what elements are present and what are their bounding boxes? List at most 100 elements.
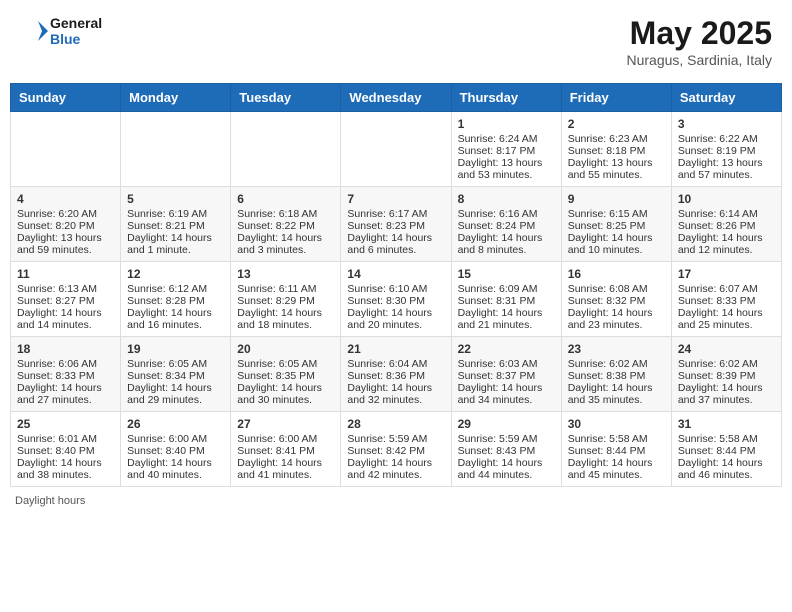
day-number: 29	[458, 417, 555, 431]
calendar-cell: 6 Sunrise: 6:18 AM Sunset: 8:22 PM Dayli…	[231, 187, 341, 262]
logo-general-text: General	[50, 15, 102, 31]
daylight: Daylight: 14 hours and 8 minutes.	[458, 232, 543, 256]
day-number: 6	[237, 192, 334, 206]
day-number: 30	[568, 417, 665, 431]
calendar-day-header: Wednesday	[341, 84, 451, 112]
calendar-day-header: Tuesday	[231, 84, 341, 112]
sunset: Sunset: 8:20 PM	[17, 220, 95, 232]
footer: Daylight hours	[10, 495, 782, 507]
daylight: Daylight: 14 hours and 14 minutes.	[17, 307, 102, 331]
sunset: Sunset: 8:43 PM	[458, 445, 536, 457]
daylight: Daylight: 13 hours and 57 minutes.	[678, 157, 763, 181]
calendar-day-header: Friday	[561, 84, 671, 112]
daylight: Daylight: 14 hours and 38 minutes.	[17, 457, 102, 481]
sunset: Sunset: 8:33 PM	[678, 295, 756, 307]
day-number: 14	[347, 267, 444, 281]
day-number: 13	[237, 267, 334, 281]
calendar-cell: 22 Sunrise: 6:03 AM Sunset: 8:37 PM Dayl…	[451, 337, 561, 412]
calendar-table: SundayMondayTuesdayWednesdayThursdayFrid…	[10, 83, 782, 487]
sunset: Sunset: 8:27 PM	[17, 295, 95, 307]
calendar-cell: 16 Sunrise: 6:08 AM Sunset: 8:32 PM Dayl…	[561, 262, 671, 337]
day-number: 8	[458, 192, 555, 206]
calendar-cell: 7 Sunrise: 6:17 AM Sunset: 8:23 PM Dayli…	[341, 187, 451, 262]
daylight: Daylight: 14 hours and 21 minutes.	[458, 307, 543, 331]
sunset: Sunset: 8:21 PM	[127, 220, 205, 232]
sunset: Sunset: 8:36 PM	[347, 370, 425, 382]
calendar-cell: 5 Sunrise: 6:19 AM Sunset: 8:21 PM Dayli…	[121, 187, 231, 262]
calendar-cell: 26 Sunrise: 6:00 AM Sunset: 8:40 PM Dayl…	[121, 412, 231, 487]
calendar-cell: 15 Sunrise: 6:09 AM Sunset: 8:31 PM Dayl…	[451, 262, 561, 337]
day-number: 3	[678, 117, 775, 131]
sunrise: Sunrise: 5:59 AM	[458, 433, 538, 445]
sunset: Sunset: 8:29 PM	[237, 295, 315, 307]
sunrise: Sunrise: 6:20 AM	[17, 208, 97, 220]
sunset: Sunset: 8:30 PM	[347, 295, 425, 307]
daylight: Daylight: 14 hours and 6 minutes.	[347, 232, 432, 256]
day-number: 22	[458, 342, 555, 356]
sunset: Sunset: 8:35 PM	[237, 370, 315, 382]
calendar-cell: 13 Sunrise: 6:11 AM Sunset: 8:29 PM Dayl…	[231, 262, 341, 337]
calendar-cell: 19 Sunrise: 6:05 AM Sunset: 8:34 PM Dayl…	[121, 337, 231, 412]
sunset: Sunset: 8:44 PM	[568, 445, 646, 457]
day-number: 31	[678, 417, 775, 431]
day-number: 19	[127, 342, 224, 356]
sunset: Sunset: 8:33 PM	[17, 370, 95, 382]
sunrise: Sunrise: 6:05 AM	[237, 358, 317, 370]
calendar-cell	[11, 112, 121, 187]
calendar-cell: 11 Sunrise: 6:13 AM Sunset: 8:27 PM Dayl…	[11, 262, 121, 337]
sunset: Sunset: 8:19 PM	[678, 145, 756, 157]
day-number: 7	[347, 192, 444, 206]
daylight: Daylight: 14 hours and 29 minutes.	[127, 382, 212, 406]
daylight: Daylight: 14 hours and 18 minutes.	[237, 307, 322, 331]
day-number: 26	[127, 417, 224, 431]
sunrise: Sunrise: 6:23 AM	[568, 133, 648, 145]
daylight: Daylight: 14 hours and 25 minutes.	[678, 307, 763, 331]
sunrise: Sunrise: 6:02 AM	[568, 358, 648, 370]
sunrise: Sunrise: 6:02 AM	[678, 358, 758, 370]
calendar-cell: 31 Sunrise: 5:58 AM Sunset: 8:44 PM Dayl…	[671, 412, 781, 487]
day-number: 18	[17, 342, 114, 356]
calendar-week-row: 1 Sunrise: 6:24 AM Sunset: 8:17 PM Dayli…	[11, 112, 782, 187]
logo-blue-text: Blue	[50, 31, 102, 47]
daylight: Daylight: 14 hours and 1 minute.	[127, 232, 212, 256]
day-number: 20	[237, 342, 334, 356]
calendar-cell: 2 Sunrise: 6:23 AM Sunset: 8:18 PM Dayli…	[561, 112, 671, 187]
day-number: 1	[458, 117, 555, 131]
sunset: Sunset: 8:40 PM	[17, 445, 95, 457]
daylight: Daylight: 14 hours and 23 minutes.	[568, 307, 653, 331]
sunset: Sunset: 8:23 PM	[347, 220, 425, 232]
calendar-day-header: Monday	[121, 84, 231, 112]
calendar-week-row: 4 Sunrise: 6:20 AM Sunset: 8:20 PM Dayli…	[11, 187, 782, 262]
calendar-cell	[231, 112, 341, 187]
daylight: Daylight: 14 hours and 46 minutes.	[678, 457, 763, 481]
calendar-cell: 1 Sunrise: 6:24 AM Sunset: 8:17 PM Dayli…	[451, 112, 561, 187]
page-header: General Blue May 2025 Nuragus, Sardinia,…	[10, 10, 782, 73]
sunset: Sunset: 8:32 PM	[568, 295, 646, 307]
sunrise: Sunrise: 5:58 AM	[568, 433, 648, 445]
sunrise: Sunrise: 6:00 AM	[127, 433, 207, 445]
calendar-cell: 9 Sunrise: 6:15 AM Sunset: 8:25 PM Dayli…	[561, 187, 671, 262]
daylight: Daylight: 14 hours and 16 minutes.	[127, 307, 212, 331]
calendar-cell	[121, 112, 231, 187]
sunrise: Sunrise: 6:12 AM	[127, 283, 207, 295]
day-number: 12	[127, 267, 224, 281]
calendar-cell: 18 Sunrise: 6:06 AM Sunset: 8:33 PM Dayl…	[11, 337, 121, 412]
logo-chevron-icon	[20, 16, 50, 46]
sunrise: Sunrise: 6:04 AM	[347, 358, 427, 370]
calendar-cell: 30 Sunrise: 5:58 AM Sunset: 8:44 PM Dayl…	[561, 412, 671, 487]
sunset: Sunset: 8:41 PM	[237, 445, 315, 457]
sunrise: Sunrise: 6:22 AM	[678, 133, 758, 145]
sunrise: Sunrise: 6:19 AM	[127, 208, 207, 220]
calendar-cell: 28 Sunrise: 5:59 AM Sunset: 8:42 PM Dayl…	[341, 412, 451, 487]
daylight-hours-label: Daylight hours	[15, 495, 85, 507]
sunrise: Sunrise: 6:11 AM	[237, 283, 316, 295]
day-number: 15	[458, 267, 555, 281]
sunrise: Sunrise: 6:14 AM	[678, 208, 758, 220]
sunrise: Sunrise: 6:18 AM	[237, 208, 317, 220]
sunrise: Sunrise: 6:13 AM	[17, 283, 97, 295]
daylight: Daylight: 14 hours and 27 minutes.	[17, 382, 102, 406]
daylight: Daylight: 13 hours and 59 minutes.	[17, 232, 102, 256]
sunset: Sunset: 8:26 PM	[678, 220, 756, 232]
calendar-cell: 29 Sunrise: 5:59 AM Sunset: 8:43 PM Dayl…	[451, 412, 561, 487]
calendar-cell: 3 Sunrise: 6:22 AM Sunset: 8:19 PM Dayli…	[671, 112, 781, 187]
